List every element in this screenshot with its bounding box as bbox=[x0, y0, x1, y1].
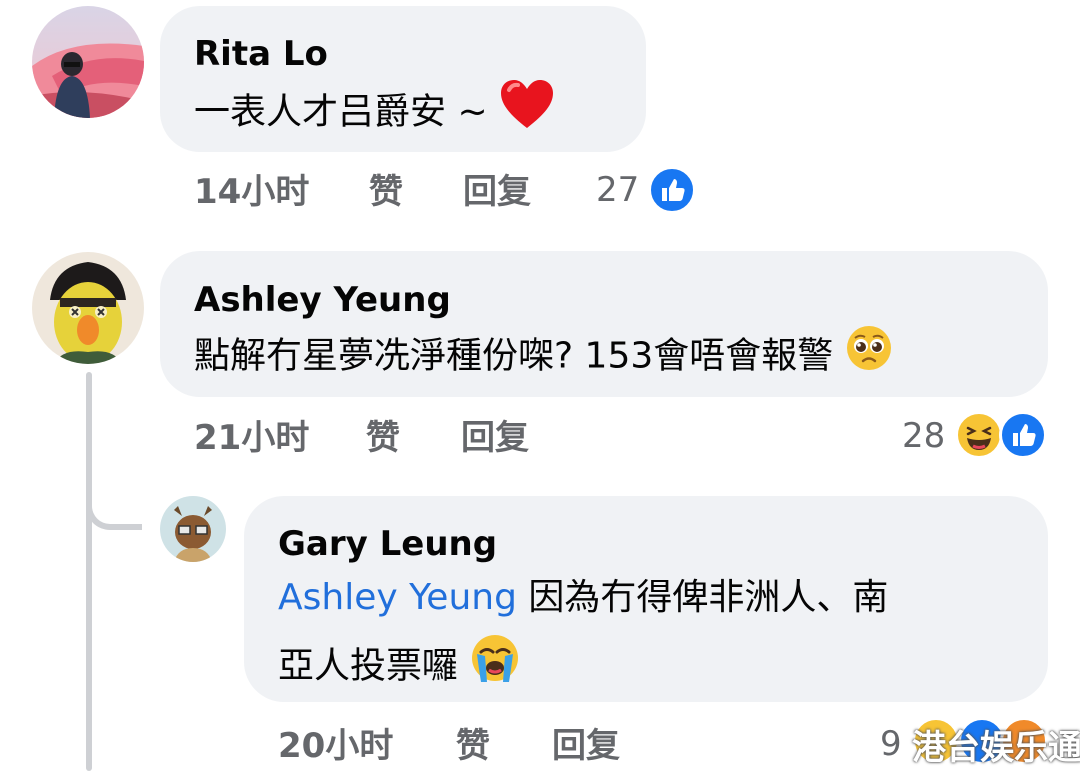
comment-text: 點解冇星夢冼淨種份㗎? 153會唔會報警 bbox=[194, 324, 893, 391]
like-reaction-icon[interactable] bbox=[999, 411, 1047, 459]
reply-button[interactable]: 回复 bbox=[461, 418, 529, 458]
mention-link[interactable]: Ashley Yeung bbox=[278, 577, 517, 618]
like-button[interactable]: 赞 bbox=[366, 418, 400, 458]
like-button[interactable]: 赞 bbox=[369, 172, 403, 212]
comment-text-content: 因為冇得俾非洲人、南 bbox=[528, 577, 889, 618]
avatar[interactable] bbox=[160, 496, 226, 562]
haha-reaction-icon[interactable] bbox=[955, 411, 1003, 459]
comment-text: Ashley Yeung 因為冇得俾非洲人、南 bbox=[278, 568, 888, 628]
comment-timestamp[interactable]: 14小时 bbox=[194, 172, 309, 212]
comment-text: 一表人才吕爵安 ~ bbox=[194, 78, 555, 149]
avatar[interactable] bbox=[32, 252, 144, 364]
comment-text-line2: 亞人投票囉 bbox=[278, 632, 521, 703]
comment-text-content: 亞人投票囉 bbox=[278, 645, 459, 687]
reply-button[interactable]: 回复 bbox=[463, 172, 531, 212]
comment-author[interactable]: Gary Leung bbox=[278, 524, 497, 564]
thread-line-branch bbox=[86, 480, 142, 530]
reaction-count[interactable]: 9 bbox=[880, 724, 902, 764]
comment-author[interactable]: Ashley Yeung bbox=[194, 280, 451, 320]
comment-timestamp[interactable]: 20小时 bbox=[278, 726, 393, 766]
pleading-face-icon bbox=[845, 324, 893, 391]
comment-timestamp[interactable]: 21小时 bbox=[194, 418, 309, 458]
thread-line-vertical bbox=[86, 372, 92, 771]
like-button[interactable]: 赞 bbox=[456, 726, 490, 766]
reply-button[interactable]: 回复 bbox=[552, 726, 620, 766]
comment-author[interactable]: Rita Lo bbox=[194, 34, 328, 74]
crying-face-icon bbox=[469, 632, 521, 703]
heart-icon bbox=[499, 78, 555, 149]
like-reaction-icon[interactable] bbox=[648, 166, 696, 214]
reaction-count[interactable]: 28 bbox=[902, 416, 945, 456]
comment-text-content: 一表人才吕爵安 ~ bbox=[194, 91, 488, 133]
comment-text-content: 點解冇星夢冼淨種份㗎? 153會唔會報警 bbox=[194, 335, 834, 377]
reaction-count[interactable]: 27 bbox=[596, 170, 639, 210]
avatar[interactable] bbox=[32, 6, 144, 118]
watermark: 港台娱乐通 bbox=[912, 728, 1080, 768]
